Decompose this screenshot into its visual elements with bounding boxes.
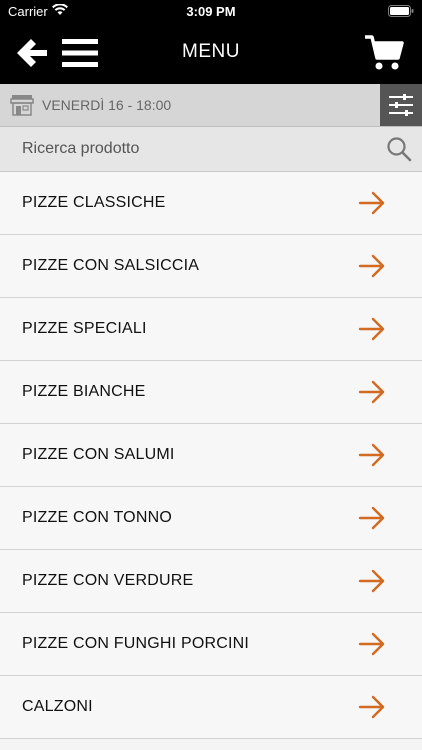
status-bar: Carrier 3:09 PM: [0, 0, 422, 22]
category-label: PIZZE SPECIALI: [22, 320, 147, 337]
list-item[interactable]: PIZZE CON TONNO: [0, 487, 422, 550]
delivery-date-label[interactable]: VENERDÌ 16 - 18:00: [42, 97, 171, 113]
category-label: PIZZE CLASSICHE: [22, 194, 166, 211]
arrow-right-icon: [358, 442, 386, 468]
arrow-right-icon: [358, 316, 386, 342]
arrow-right-icon: [358, 505, 386, 531]
category-label: CALZONI: [22, 698, 93, 715]
list-item[interactable]: CALZONI: [0, 676, 422, 739]
category-label: PIZZE CON SALUMI: [22, 446, 175, 463]
category-label: PIZZE CON SALSICCIA: [22, 257, 200, 274]
search-icon[interactable]: [386, 136, 412, 162]
list-item[interactable]: PIZZE CON FUNGHI PORCINI: [0, 613, 422, 676]
arrow-right-icon: [358, 190, 386, 216]
category-label: PIZZE BIANCHE: [22, 383, 146, 400]
nav-bar: MENU: [0, 22, 422, 84]
cart-icon[interactable]: [364, 34, 404, 72]
list-item[interactable]: PIZZE CON SALSICCIA: [0, 235, 422, 298]
category-label: PIZZE CON VERDURE: [22, 572, 194, 589]
sliders-icon: [389, 94, 413, 116]
battery-icon: [388, 5, 414, 20]
arrow-right-icon: [358, 379, 386, 405]
page-title: MENU: [182, 41, 240, 62]
filter-button[interactable]: [380, 84, 422, 126]
list-item[interactable]: PIZZE CLASSICHE: [0, 172, 422, 235]
arrow-right-icon: [358, 253, 386, 279]
clock: 3:09 PM: [186, 4, 236, 19]
arrow-right-icon: [358, 694, 386, 720]
category-label: PIZZE CON TONNO: [22, 509, 172, 526]
delivery-date-bar: VENERDÌ 16 - 18:00: [0, 84, 422, 127]
list-item[interactable]: PIZZE SPECIALI: [0, 298, 422, 361]
list-item[interactable]: PIZZE CON SALUMI: [0, 424, 422, 487]
arrow-right-icon: [358, 568, 386, 594]
search-bar: [0, 127, 422, 172]
list-item[interactable]: PIZZE BIANCHE: [0, 361, 422, 424]
arrow-right-icon: [358, 631, 386, 657]
category-label: PIZZE CON FUNGHI PORCINI: [22, 635, 250, 652]
store-icon: [10, 94, 34, 116]
list-item[interactable]: PIZZE CON VERDURE: [0, 550, 422, 613]
category-list: PIZZE CLASSICHE PIZZE CON SALSICCIA PIZZ…: [0, 172, 422, 739]
search-input[interactable]: [0, 127, 370, 171]
